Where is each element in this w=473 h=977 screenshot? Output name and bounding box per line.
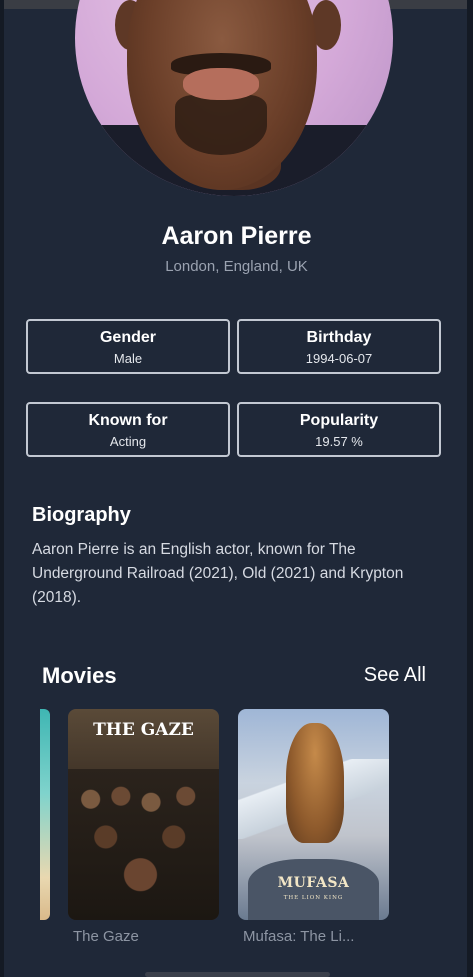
right-edge [467,0,473,977]
biography-text: Aaron Pierre is an English actor, known … [32,541,404,606]
left-edge [0,0,4,977]
poster-subtitle-text: THE LION KING [283,895,344,901]
person-name: Aaron Pierre [161,222,312,250]
info-card-title: Popularity [299,412,379,429]
biography-heading: Biography [32,504,131,526]
info-card-title: Birthday [306,329,372,346]
photo-lips [183,68,259,100]
person-location: London, England, UK [165,258,308,275]
poster-title-text: MUFASA [277,875,350,891]
info-card-known-for: Known for Acting [26,402,230,457]
info-card-value: Acting [109,434,147,449]
movie-title-mufasa[interactable]: Mufasa: The Li... [243,928,354,945]
info-card-popularity: Popularity 19.57 % [237,402,441,457]
info-card-title: Known for [88,412,168,429]
info-card-birthday: Birthday 1994-06-07 [237,319,441,374]
poster-lion [286,723,344,843]
info-card-value: 1994-06-07 [305,351,373,366]
profile-photo [75,0,393,196]
person-detail-screen: Aaron Pierre London, England, UK Gender … [0,0,473,977]
movie-poster-the-gaze[interactable]: THE GAZE [68,709,219,920]
poster-title-text: THE GAZE [93,720,194,740]
movie-title-the-gaze[interactable]: The Gaze [73,928,139,945]
movie-poster-partial[interactable] [40,709,50,920]
info-card-value: 19.57 % [315,434,363,449]
photo-beard [175,95,267,155]
poster-crowd-image [68,769,219,920]
home-indicator [145,972,330,977]
see-all-button[interactable]: See All [364,664,426,687]
info-card-value: Male [113,351,143,366]
info-card-title: Gender [99,329,156,346]
movie-poster-mufasa[interactable]: MUFASA THE LION KING [238,709,389,920]
info-card-gender: Gender Male [26,319,230,374]
movies-heading: Movies [42,663,117,688]
